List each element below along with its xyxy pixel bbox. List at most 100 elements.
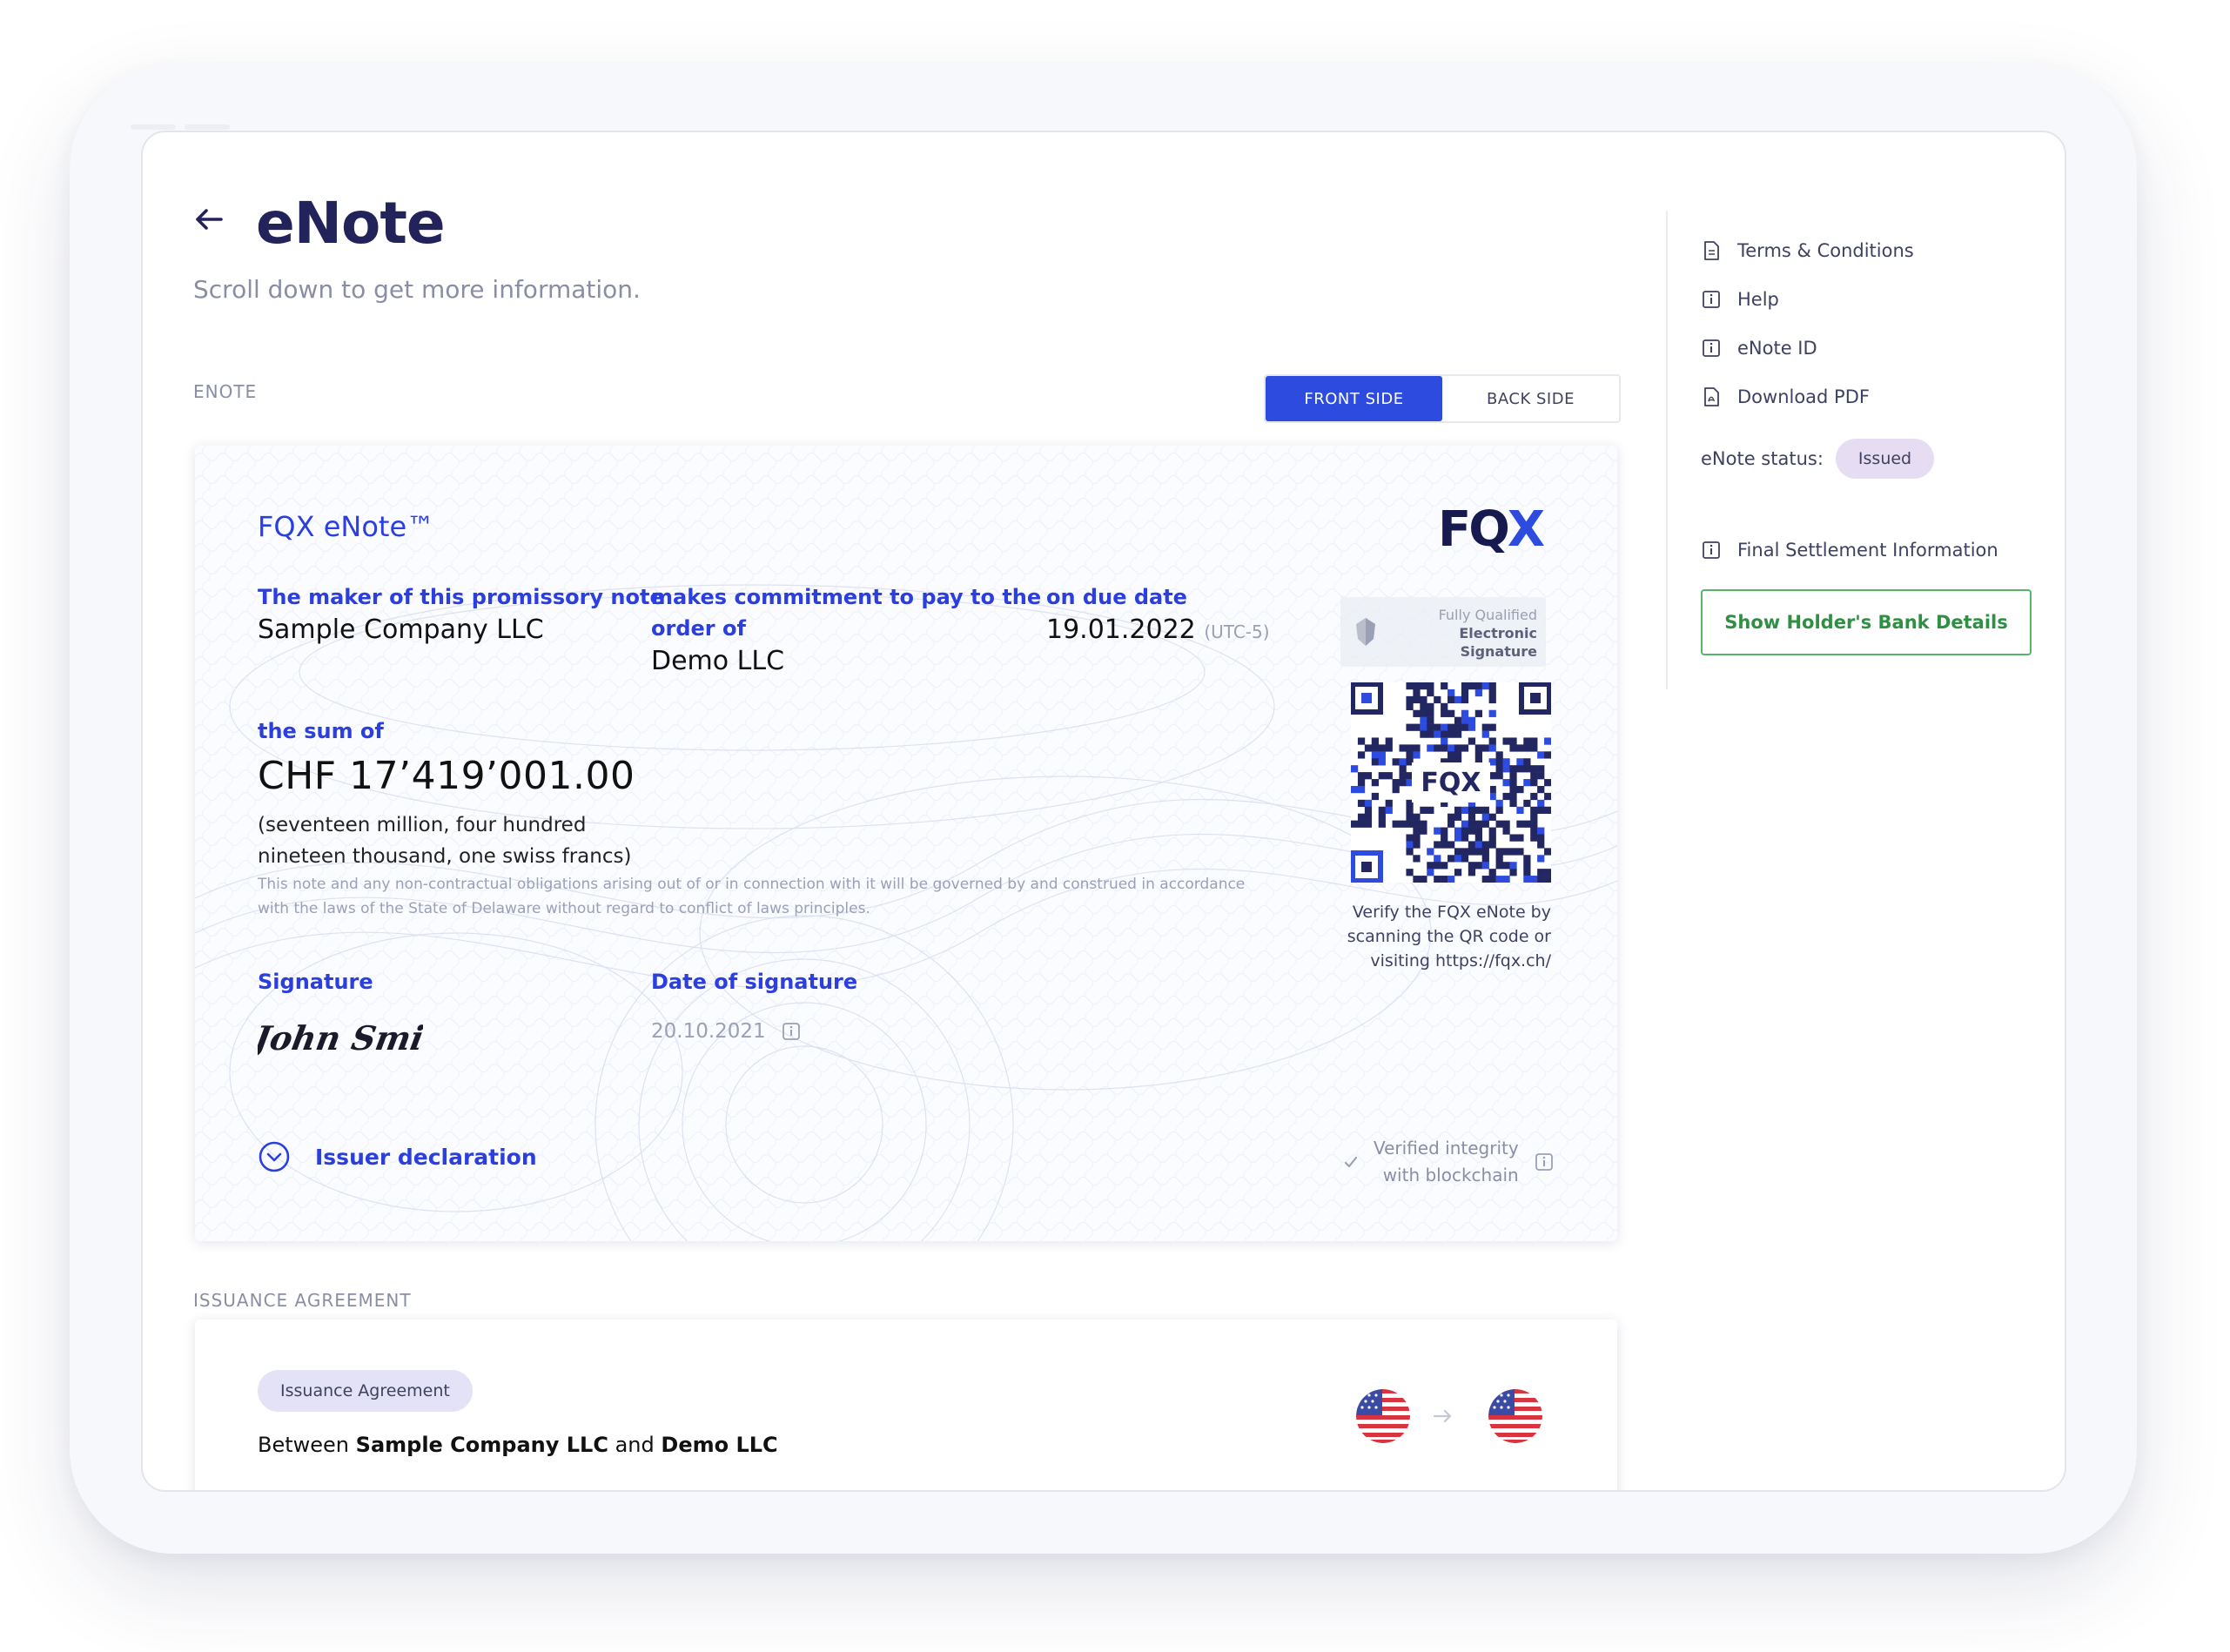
- qr-module: [1523, 862, 1531, 870]
- qr-module: [1441, 834, 1448, 842]
- fqes-line2: Electronic: [1459, 625, 1537, 641]
- qr-module: [1509, 799, 1517, 808]
- qr-module: [1392, 820, 1400, 828]
- qr-module: [1468, 820, 1476, 828]
- sidebar-divider: [1666, 211, 1668, 689]
- between-word: Between: [258, 1433, 350, 1457]
- qr-module: [1474, 820, 1482, 828]
- qr-module: [1357, 799, 1366, 808]
- qr-module: [1461, 716, 1469, 724]
- qr-module: [1509, 779, 1517, 787]
- qualified-signature-badge: Fully Qualified Electronic Signature: [1340, 597, 1546, 667]
- qr-module: [1544, 779, 1551, 787]
- qualified-signature-text: Fully Qualified Electronic Signature: [1439, 606, 1537, 661]
- qr-module: [1413, 834, 1421, 842]
- qr-module: [1413, 827, 1421, 835]
- back-arrow-icon[interactable]: [191, 202, 226, 237]
- qr-module: [1502, 737, 1510, 745]
- qr-module: [1454, 751, 1462, 759]
- qr-center-logo: FQX: [1421, 768, 1481, 798]
- qr-module: [1537, 799, 1545, 808]
- sidebar-link-enote-id[interactable]: eNote ID: [1701, 338, 1817, 359]
- qr-module: [1474, 806, 1482, 814]
- front-side-tab[interactable]: FRONT SIDE: [1266, 376, 1442, 421]
- qr-module: [1441, 709, 1448, 717]
- sidebar-link-final-settlement[interactable]: Final Settlement Information: [1701, 540, 1998, 561]
- due-date-label: on due date: [1046, 585, 1187, 609]
- qr-module: [1420, 827, 1427, 835]
- page-subtitle: Scroll down to get more information.: [193, 275, 641, 304]
- qr-module: [1378, 806, 1386, 814]
- qr-module: [1495, 848, 1503, 856]
- qr-module: [1461, 709, 1469, 717]
- qr-module: [1502, 876, 1510, 883]
- qr-module: [1427, 702, 1434, 711]
- sidebar-link-download-pdf[interactable]: Download PDF: [1701, 386, 1870, 407]
- qr-module: [1406, 695, 1414, 704]
- qr-module: [1454, 869, 1462, 876]
- qr-module: [1427, 709, 1434, 717]
- qr-module: [1420, 723, 1427, 731]
- qr-module: [1461, 827, 1469, 835]
- qr-module: [1447, 751, 1455, 759]
- qr-module: [1502, 848, 1510, 856]
- info-icon[interactable]: [1535, 1152, 1554, 1172]
- commitment-label-line1: makes commitment to pay to the: [651, 585, 1042, 609]
- qr-module: [1399, 765, 1407, 773]
- qr-module: [1530, 827, 1538, 835]
- qr-module: [1544, 751, 1551, 759]
- issuance-agreement-section-label: ISSUANCE AGREEMENT: [193, 1290, 412, 1311]
- sum-in-words: (seventeen million, four hundred ninetee…: [258, 809, 710, 872]
- qr-module: [1406, 751, 1414, 759]
- qr-module: [1434, 862, 1441, 870]
- pdf-icon: [1704, 387, 1719, 406]
- qr-module: [1530, 813, 1538, 821]
- qr-module: [1530, 779, 1538, 787]
- qr-module: [1420, 709, 1427, 717]
- qr-module: [1406, 841, 1414, 849]
- legal-line2: with the laws of the State of Delaware w…: [258, 900, 870, 917]
- sidebar-link-help[interactable]: Help: [1701, 289, 1779, 310]
- qr-module: [1481, 855, 1489, 863]
- qr-module: [1468, 827, 1476, 835]
- qr-module: [1454, 848, 1462, 856]
- qr-module: [1481, 723, 1489, 731]
- qr-module: [1488, 841, 1496, 849]
- qr-module: [1357, 820, 1366, 828]
- back-side-tab[interactable]: BACK SIDE: [1442, 376, 1619, 421]
- info-icon[interactable]: [782, 1022, 801, 1041]
- qr-module: [1441, 730, 1448, 738]
- qr-module: [1537, 751, 1545, 759]
- qr-module: [1399, 820, 1407, 828]
- qr-module: [1468, 716, 1476, 724]
- qr-module: [1537, 876, 1545, 883]
- side-toggle: FRONT SIDE BACK SIDE: [1264, 374, 1621, 423]
- qr-module: [1488, 876, 1496, 883]
- qr-module: [1502, 827, 1510, 835]
- sum-value: CHF 17’419’001.00: [258, 754, 635, 798]
- issuer-declaration-toggle[interactable]: Issuer declaration: [258, 1140, 537, 1173]
- qr-module: [1481, 876, 1489, 883]
- qr-module: [1523, 876, 1531, 883]
- qr-module: [1351, 785, 1359, 794]
- qr-module: [1461, 820, 1469, 828]
- sum-label: the sum of: [258, 719, 384, 743]
- qr-module: [1530, 765, 1538, 773]
- qr-module: [1371, 779, 1380, 787]
- qr-module: [1509, 834, 1517, 842]
- qr-module: [1481, 730, 1489, 738]
- qr-module: [1488, 682, 1496, 690]
- qr-module: [1420, 806, 1427, 814]
- device-button: [185, 124, 230, 130]
- qr-module: [1385, 744, 1393, 752]
- qr-module: [1441, 862, 1448, 870]
- show-bank-details-button[interactable]: Show Holder's Bank Details: [1701, 589, 2032, 655]
- party-a: Sample Company LLC: [355, 1433, 608, 1457]
- blockchain-integrity: Verified integrity with blockchain: [1344, 1135, 1554, 1189]
- qr-module: [1509, 772, 1517, 780]
- qr-module: [1544, 737, 1551, 745]
- qr-module: [1364, 744, 1373, 752]
- qr-module: [1364, 813, 1373, 821]
- qr-module: [1447, 876, 1455, 883]
- sidebar-link-terms[interactable]: Terms & Conditions: [1701, 240, 1914, 261]
